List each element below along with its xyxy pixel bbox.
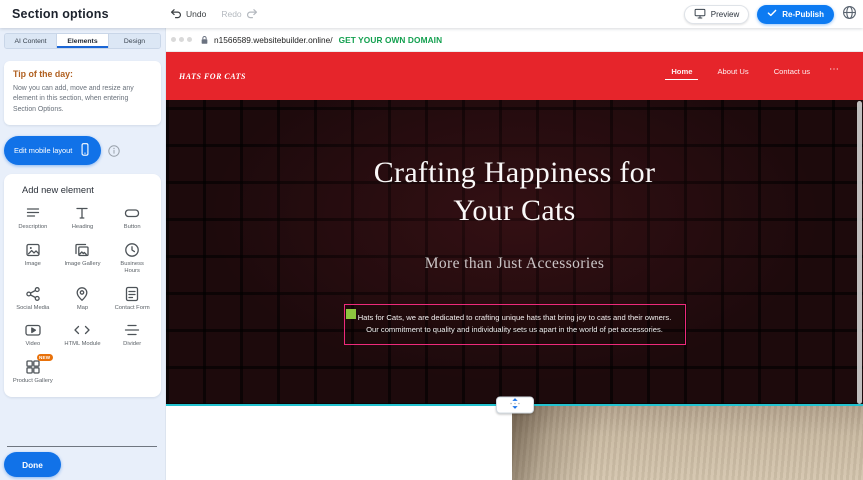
next-section-photo <box>512 406 863 480</box>
republish-label: Re-Publish <box>782 10 824 19</box>
info-button[interactable] <box>108 145 120 157</box>
site-logo[interactable]: HATS FOR CATS <box>179 72 246 81</box>
preview-button[interactable]: Preview <box>684 5 749 24</box>
contact-form-icon <box>123 285 141 303</box>
redo-button[interactable]: Redo <box>221 8 257 21</box>
tip-body: Now you can add, move and resize any ele… <box>13 84 152 115</box>
mobile-layout-row: Edit mobile layout <box>4 136 161 165</box>
divider-icon <box>123 321 141 339</box>
element-item-image-gallery[interactable]: Image Gallery <box>58 241 108 276</box>
monitor-icon <box>694 8 706 21</box>
traffic-dots <box>171 37 192 42</box>
redo-icon <box>246 8 258 21</box>
traffic-dot <box>171 37 176 42</box>
tip-title: Tip of the day: <box>13 69 152 79</box>
image-icon <box>24 241 42 259</box>
product-gallery-icon: NEW <box>24 358 42 376</box>
image-gallery-icon <box>73 241 91 259</box>
globe-icon <box>842 5 857 23</box>
undo-label: Undo <box>186 9 206 19</box>
sidebar-tabs: AI Content Elements Design <box>4 33 161 49</box>
element-item-video[interactable]: Video <box>8 321 58 349</box>
nav-item-home[interactable]: Home <box>665 66 698 80</box>
topbar: Section options Undo Redo <box>0 0 863 28</box>
redo-label: Redo <box>221 9 241 19</box>
element-item-divider[interactable]: Divider <box>107 321 157 349</box>
nav-item-contact-us[interactable]: Contact us <box>768 66 816 79</box>
hero-paragraph-box[interactable]: Hats for Cats, we are dedicated to craft… <box>344 304 686 345</box>
hero-section: Crafting Happiness for Your Cats More th… <box>166 100 863 406</box>
element-item-business-hours[interactable]: Business Hours <box>107 241 157 276</box>
add-new-element-title: Add new element <box>22 185 157 195</box>
tip-of-the-day-card: Tip of the day: Now you can add, move an… <box>4 61 161 125</box>
traffic-dot <box>179 37 184 42</box>
nav-more-icon[interactable]: ⋯ <box>829 66 839 73</box>
browser-bar: n1566589.websitebuilder.online/ GET YOUR… <box>166 28 863 52</box>
element-item-button[interactable]: Button <box>107 204 157 232</box>
edit-mobile-layout-button[interactable]: Edit mobile layout <box>4 136 101 165</box>
undo-icon <box>170 8 182 21</box>
tab-ai-content[interactable]: AI Content <box>5 34 57 48</box>
element-item-description[interactable]: Description <box>8 204 58 232</box>
element-item-product-gallery[interactable]: NEW Product Gallery <box>8 358 58 386</box>
republish-button[interactable]: Re-Publish <box>757 5 834 24</box>
info-icon <box>108 145 120 157</box>
html-module-icon <box>73 321 91 339</box>
map-icon <box>73 285 91 303</box>
preview-scrollbar[interactable] <box>857 101 862 404</box>
element-item-image[interactable]: Image <box>8 241 58 276</box>
description-icon <box>24 204 42 222</box>
element-item-social-media[interactable]: Social Media <box>8 285 58 313</box>
new-badge: NEW <box>37 354 53 361</box>
hero-paragraph-text: Hats for Cats, we are dedicated to craft… <box>358 313 672 335</box>
hero-subheading[interactable]: More than Just Accessories <box>166 254 863 274</box>
traffic-dot <box>187 37 192 42</box>
lock-icon <box>200 35 209 45</box>
tab-design[interactable]: Design <box>109 34 160 48</box>
heading-icon <box>73 204 91 222</box>
language-globe-button[interactable] <box>842 5 857 23</box>
phone-icon <box>79 142 91 159</box>
element-item-heading[interactable]: Heading <box>58 204 108 232</box>
add-new-element-card: Add new element Description Heading Butt… <box>4 174 161 397</box>
button-icon <box>123 204 141 222</box>
page-title: Section options <box>12 7 109 21</box>
check-icon <box>767 9 777 19</box>
topbar-actions: Preview Re-Publish <box>684 0 857 28</box>
element-item-html-module[interactable]: HTML Module <box>58 321 108 349</box>
video-icon <box>24 321 42 339</box>
social-media-icon <box>24 285 42 303</box>
undo-button[interactable]: Undo <box>170 8 206 21</box>
drag-handle[interactable] <box>346 309 356 319</box>
element-item-contact-form[interactable]: Contact Form <box>107 285 157 313</box>
preview-label: Preview <box>711 10 739 19</box>
get-domain-link[interactable]: GET YOUR OWN DOMAIN <box>339 35 443 45</box>
url-text: n1566589.websitebuilder.online/ <box>214 35 333 45</box>
element-grid: Description Heading Button Image <box>8 204 157 385</box>
section-resize-handle[interactable] <box>496 397 534 414</box>
site-preview: HATS FOR CATS Home About Us Contact us ⋯… <box>166 52 863 480</box>
resize-arrows-icon <box>500 397 530 414</box>
business-hours-icon <box>123 241 141 259</box>
section-options-sidebar: AI Content Elements Design Tip of the da… <box>0 28 166 480</box>
history-controls: Undo Redo <box>170 0 258 28</box>
hero-heading[interactable]: Crafting Happiness for Your Cats <box>166 100 863 232</box>
next-section <box>166 406 863 480</box>
nav-item-about-us[interactable]: About Us <box>711 66 754 79</box>
sidebar-divider <box>7 446 157 447</box>
done-button[interactable]: Done <box>4 452 61 477</box>
element-item-map[interactable]: Map <box>58 285 108 313</box>
site-nav: Home About Us Contact us ⋯ <box>665 66 839 80</box>
edit-mobile-layout-label: Edit mobile layout <box>14 146 72 155</box>
tab-elements[interactable]: Elements <box>57 34 109 48</box>
site-header: HATS FOR CATS Home About Us Contact us ⋯ <box>166 52 863 100</box>
